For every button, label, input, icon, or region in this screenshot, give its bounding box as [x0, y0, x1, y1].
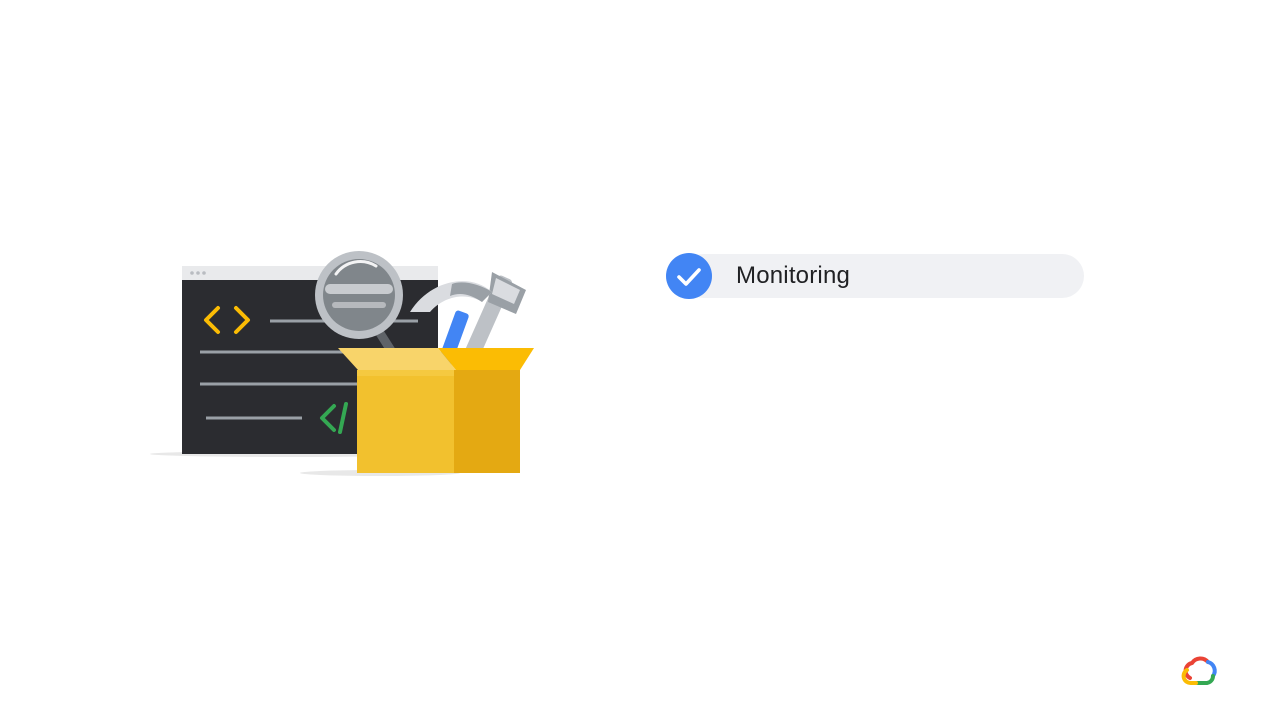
checklist: Monitoring [666, 253, 1086, 299]
google-cloud-logo-icon [1180, 654, 1220, 688]
developer-tools-illustration [140, 240, 550, 490]
toolbox-icon [338, 348, 534, 473]
checklist-item: Monitoring [666, 253, 1086, 299]
checkmark-icon [677, 268, 701, 286]
checklist-item-label: Monitoring [736, 262, 851, 289]
check-circle [666, 253, 712, 299]
